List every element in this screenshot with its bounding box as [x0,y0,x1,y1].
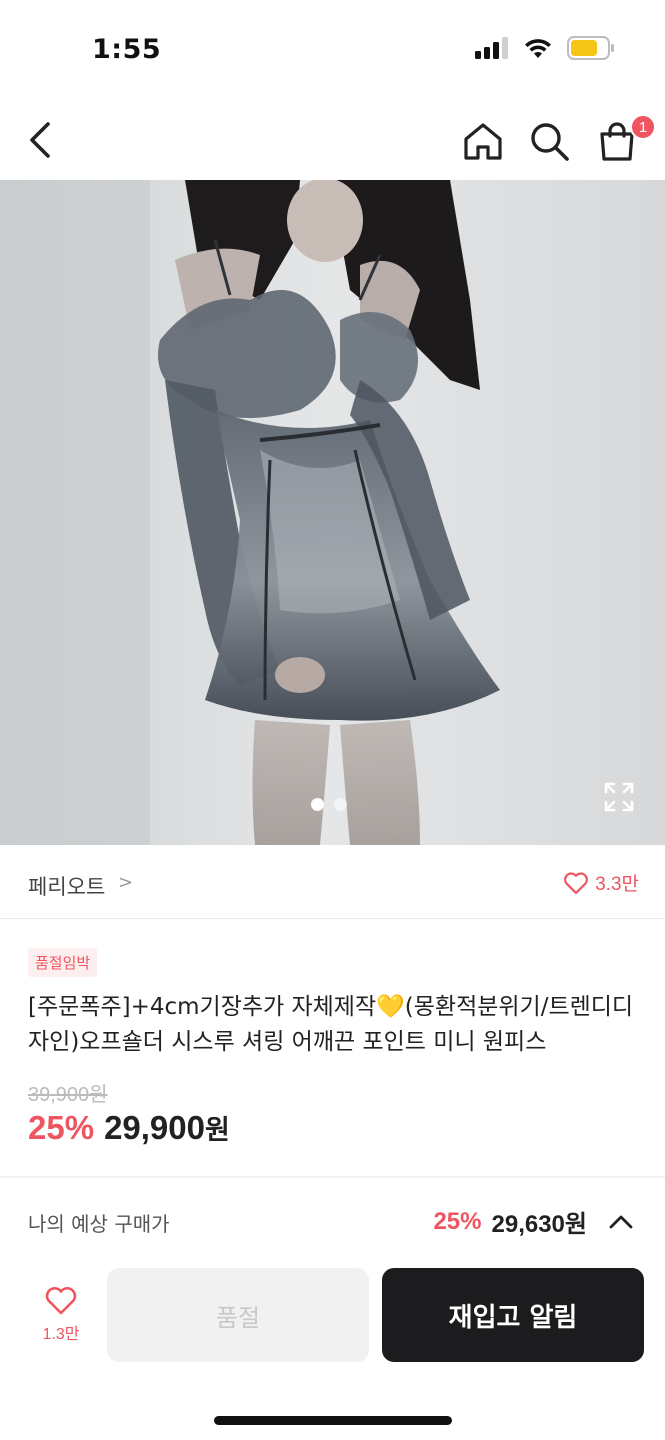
soldout-button[interactable]: 품절 [107,1268,369,1362]
brand-like-button[interactable]: 3.3만 [563,869,639,896]
gallery-indicator [311,798,347,811]
brand-like-count: 3.3만 [595,874,639,895]
status-badge: 품절임박 [28,948,98,977]
chevron-left-icon [30,122,50,158]
chevron-right-icon: > [118,872,134,893]
wifi-icon [525,39,551,58]
estimated-discount: 25% [433,1207,482,1235]
estimated-price-value: 25% 29,630원 [433,1204,635,1239]
gallery-dot [334,798,347,811]
back-button[interactable] [22,118,62,162]
search-button[interactable] [528,120,570,162]
estimated-price-row[interactable]: 나의 예상 구매가 25% 29,630원 [0,1178,665,1260]
brand-row: 페리오트 > 3.3만 [0,845,665,919]
expand-image-button[interactable] [604,782,634,812]
wishlist-button[interactable]: 1.3만 [22,1286,100,1356]
original-price: 39,900원 [28,1084,108,1106]
chevron-up-icon[interactable] [607,1212,635,1232]
search-icon [531,123,569,161]
product-photo [0,180,665,845]
estimated-price-label: 나의 예상 구매가 [28,1212,170,1236]
status-time: 1:55 [92,34,162,65]
status-icons [475,36,615,60]
top-nav: 1 [0,100,665,180]
signal-icon [475,37,508,59]
heart-outline-icon [45,1287,77,1315]
bottom-action-bar: 1.3만 품절 재입고 알림 [0,1260,665,1370]
cart-button[interactable]: 1 [596,114,656,162]
home-indicator [214,1416,452,1425]
battery-icon [567,36,614,60]
product-title: [주문폭주]+4cm기장추가 자체제작💛(몽환적분위기/트렌디디자인)오프숄더 … [28,994,634,1055]
expand-icon [604,782,634,812]
sale-price-unit: 원 [205,1115,230,1145]
home-button[interactable] [462,120,504,162]
cart-count-badge: 1 [630,114,656,140]
status-bar: 1:55 [0,0,665,100]
home-icon [464,123,502,160]
sale-price-number: 29,900 [104,1109,205,1146]
restock-alert-button[interactable]: 재입고 알림 [382,1268,644,1362]
sale-price: 29,900원 [104,1108,230,1147]
product-image[interactable] [0,180,665,845]
gallery-dot-active [311,798,324,811]
brand-link[interactable]: 페리오트 [28,871,105,901]
wishlist-count: 1.3만 [42,1326,80,1343]
price-row: 25% 29,900원 [28,1108,230,1147]
estimated-price: 29,630원 [491,1211,588,1238]
heart-outline-icon [564,871,589,894]
discount-rate: 25% [28,1109,95,1146]
